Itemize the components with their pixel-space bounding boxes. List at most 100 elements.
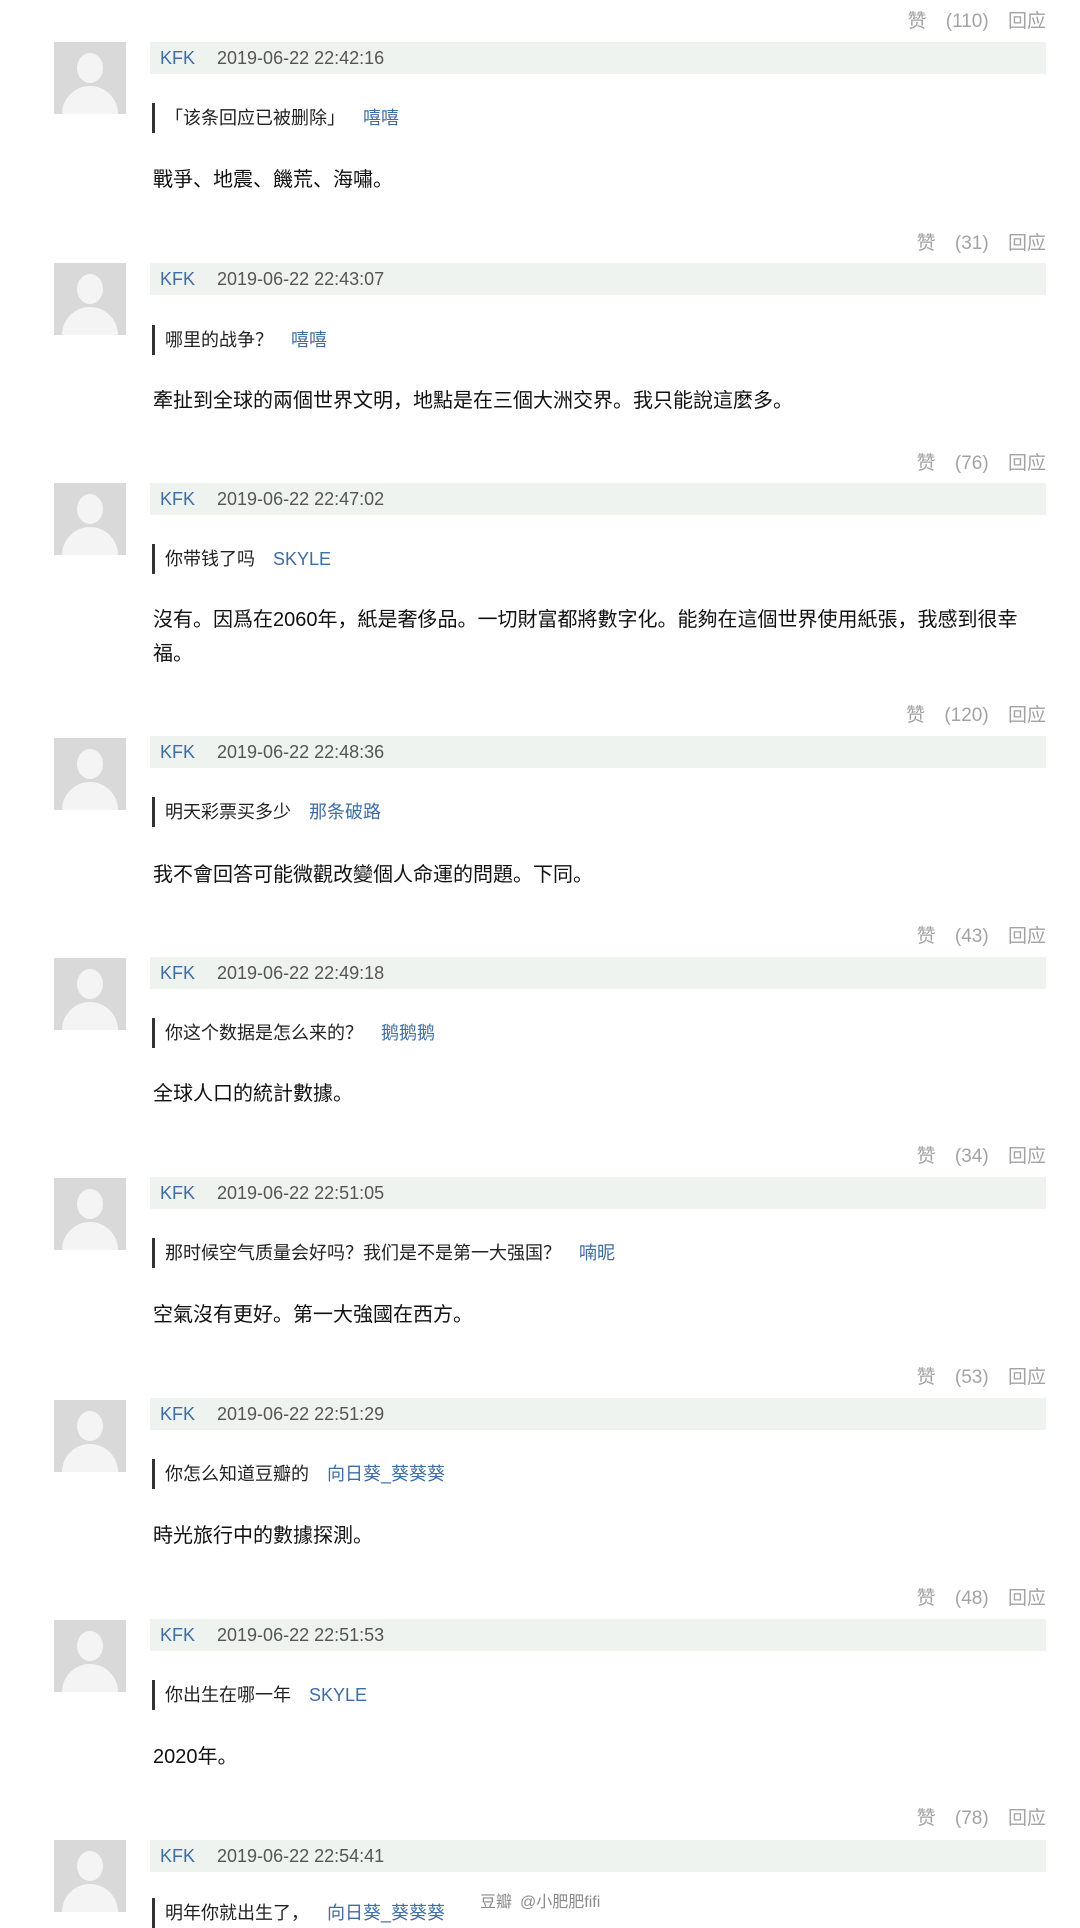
quoted-reply: 哪里的战争？ 嘻嘻: [152, 325, 327, 355]
comment-text: 戰爭、地震、饑荒、海嘯。: [153, 169, 393, 191]
comment-time: 2019-06-22 22:51:53: [217, 1625, 385, 1645]
reply-button[interactable]: 回应: [1008, 1808, 1046, 1829]
username-link[interactable]: KFK: [160, 1625, 195, 1645]
comment-meta: KFK 2019-06-22 22:42:16: [150, 42, 1046, 74]
quote-author-link[interactable]: 嘻嘻: [363, 108, 399, 128]
username-link[interactable]: KFK: [160, 742, 195, 762]
like-label: 赞: [907, 11, 927, 32]
quote-text: 你出生在哪一年: [165, 1685, 291, 1705]
comment-meta: KFK 2019-06-22 22:51:05: [150, 1177, 1046, 1209]
like-count: (34): [954, 1146, 989, 1167]
avatar[interactable]: [54, 1400, 126, 1472]
quote-text: 你怎么知道豆瓣的: [165, 1464, 309, 1484]
reply-button[interactable]: 回应: [1008, 233, 1046, 254]
quote-author-link[interactable]: 鹅鹅鹅: [381, 1023, 435, 1043]
reply-button[interactable]: 回应: [1008, 926, 1046, 947]
comment-actions: 赞 (43) 回应: [889, 921, 1046, 948]
avatar[interactable]: [54, 263, 126, 335]
top-actions-bar: 赞 (110) 回应: [0, 0, 1080, 36]
watermark: 豆瓣 @小肥肥fifi: [480, 1888, 608, 1912]
quote-text: 哪里的战争？: [165, 330, 273, 350]
avatar[interactable]: [54, 42, 126, 114]
avatar[interactable]: [54, 958, 126, 1030]
quoted-reply: 你出生在哪一年 SKYLE: [152, 1680, 367, 1710]
comment-meta: KFK 2019-06-22 22:47:02: [150, 483, 1046, 515]
username-link[interactable]: KFK: [160, 1183, 195, 1203]
like-count: (76): [954, 453, 989, 474]
like-button[interactable]: 赞 (48): [903, 1588, 989, 1609]
username-link[interactable]: KFK: [160, 48, 195, 68]
quote-text: 明天彩票买多少: [165, 802, 291, 822]
like-button[interactable]: 赞 (43): [903, 926, 989, 947]
like-label: 赞: [916, 453, 936, 474]
comment-time: 2019-06-22 22:42:16: [217, 48, 385, 68]
like-button[interactable]: 赞 (110): [893, 11, 988, 32]
comment-time: 2019-06-22 22:48:36: [217, 742, 385, 762]
comment-actions: 赞 (31) 回应: [889, 228, 1046, 255]
like-label: 赞: [906, 705, 926, 726]
like-button[interactable]: 赞 (34): [903, 1146, 989, 1167]
username-link[interactable]: KFK: [160, 489, 195, 509]
like-label: 赞: [916, 1588, 936, 1609]
like-button[interactable]: 赞 (76): [903, 453, 989, 474]
like-count: (110): [945, 11, 989, 32]
quote-author-link[interactable]: 喃昵: [579, 1243, 615, 1263]
reply-button[interactable]: 回应: [1008, 11, 1046, 32]
like-count: (53): [954, 1367, 989, 1388]
comment-time: 2019-06-22 22:47:02: [217, 489, 385, 509]
like-count: (48): [954, 1588, 989, 1609]
like-label: 赞: [916, 233, 936, 254]
comment-text: 空氣沒有更好。第一大強國在西方。: [153, 1304, 473, 1326]
comment-meta: KFK 2019-06-22 22:51:29: [150, 1398, 1046, 1430]
comment-meta: KFK 2019-06-22 22:43:07: [150, 263, 1046, 295]
comment-text: 沒有。因爲在2060年，紙是奢侈品。一切財富都將數字化。能夠在這個世界使用紙張，…: [153, 609, 1018, 665]
comment-actions: 赞 (34) 回应: [889, 1141, 1046, 1168]
avatar[interactable]: [54, 1620, 126, 1692]
username-link[interactable]: KFK: [160, 1404, 195, 1424]
comment-text: 牽扯到全球的兩個世界文明，地點是在三個大洲交界。我只能說這麼多。: [153, 390, 793, 412]
quote-author-link[interactable]: 向日葵_葵葵葵: [327, 1903, 445, 1923]
username-link[interactable]: KFK: [160, 269, 195, 289]
like-button[interactable]: 赞 (78): [903, 1808, 989, 1829]
quoted-reply: 明天彩票买多少 那条破路: [152, 797, 381, 827]
like-count: (78): [954, 1808, 989, 1829]
quote-author-link[interactable]: 向日葵_葵葵葵: [327, 1464, 445, 1484]
quote-author-link[interactable]: SKYLE: [273, 549, 331, 569]
reply-button[interactable]: 回应: [1008, 1588, 1046, 1609]
like-label: 赞: [916, 1146, 936, 1167]
like-button[interactable]: 赞 (120): [892, 705, 989, 726]
reply-button[interactable]: 回应: [1008, 453, 1046, 474]
reply-button[interactable]: 回应: [1008, 705, 1046, 726]
comment-actions: 赞 (120) 回应: [878, 700, 1046, 727]
comment-time: 2019-06-22 22:49:18: [217, 963, 385, 983]
reply-button[interactable]: 回应: [1008, 1367, 1046, 1388]
quoted-reply: 那时候空气质量会好吗？我们是不是第一大强国？ 喃昵: [152, 1238, 615, 1268]
username-link[interactable]: KFK: [160, 1846, 195, 1866]
quote-author-link[interactable]: SKYLE: [309, 1685, 367, 1705]
like-button[interactable]: 赞 (53): [903, 1367, 989, 1388]
comment-meta: KFK 2019-06-22 22:54:41: [150, 1840, 1046, 1872]
comment-meta: KFK 2019-06-22 22:51:53: [150, 1619, 1046, 1651]
like-label: 赞: [916, 926, 936, 947]
comment-time: 2019-06-22 22:51:29: [217, 1404, 385, 1424]
comment-actions: 赞 (76) 回应: [889, 448, 1046, 475]
comment-meta: KFK 2019-06-22 22:48:36: [150, 736, 1046, 768]
comment-actions: 赞 (48) 回应: [889, 1583, 1046, 1610]
like-count: (31): [954, 233, 989, 254]
username-link[interactable]: KFK: [160, 963, 195, 983]
reply-button[interactable]: 回应: [1008, 1146, 1046, 1167]
quote-text: 你带钱了吗: [165, 549, 255, 569]
like-label: 赞: [916, 1808, 936, 1829]
comment-meta: KFK 2019-06-22 22:49:18: [150, 957, 1046, 989]
quoted-reply: 明年你就出生了， 向日葵_葵葵葵: [152, 1898, 445, 1928]
comment-actions: 赞 (53) 回应: [889, 1362, 1046, 1389]
quote-author-link[interactable]: 那条破路: [309, 802, 381, 822]
like-button[interactable]: 赞 (31): [903, 233, 989, 254]
avatar[interactable]: [54, 1840, 126, 1912]
watermark-site: 豆瓣: [480, 1894, 513, 1911]
like-count: (43): [954, 926, 989, 947]
quote-author-link[interactable]: 嘻嘻: [291, 330, 327, 350]
avatar[interactable]: [54, 1178, 126, 1250]
avatar[interactable]: [54, 738, 126, 810]
avatar[interactable]: [54, 483, 126, 555]
